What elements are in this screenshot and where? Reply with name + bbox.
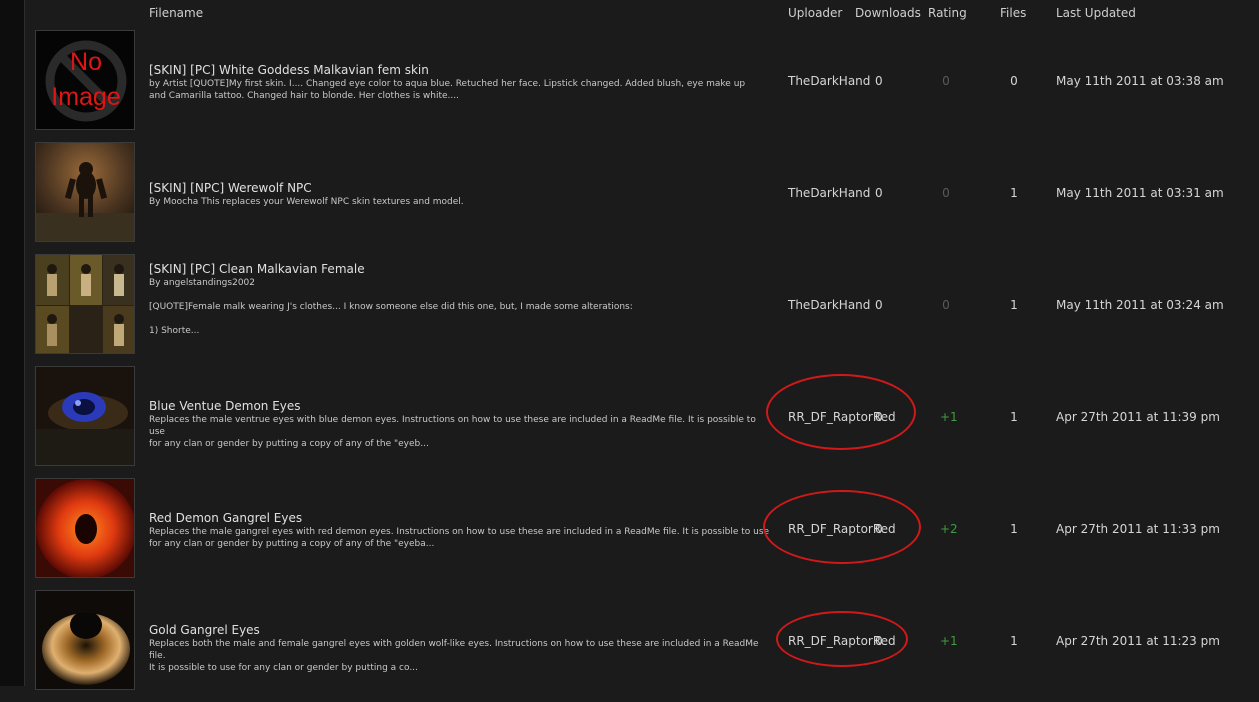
- files-count: 1: [1010, 410, 1018, 424]
- files-count: 1: [1010, 522, 1018, 536]
- downloads-count: 0: [875, 298, 883, 312]
- downloads-count: 0: [875, 410, 883, 424]
- no-image-thumbnail[interactable]: No Image: [35, 30, 135, 130]
- file-title[interactable]: Blue Ventue Demon Eyes: [149, 399, 301, 413]
- column-uploader[interactable]: Uploader: [788, 6, 842, 20]
- column-files[interactable]: Files: [1000, 6, 1026, 20]
- table-row: Gold Gangrel Eyes Replaces both the male…: [26, 590, 1259, 702]
- werewolf-image: [36, 143, 134, 241]
- column-downloads[interactable]: Downloads: [855, 6, 921, 20]
- last-updated: May 11th 2011 at 03:24 am: [1056, 298, 1224, 312]
- file-description: By Moocha This replaces your Werewolf NP…: [149, 197, 464, 207]
- last-updated: May 11th 2011 at 03:38 am: [1056, 74, 1224, 88]
- files-count: 1: [1010, 634, 1018, 648]
- downloads-count: 0: [875, 186, 883, 200]
- gold-eye-image: [36, 591, 134, 685]
- file-title[interactable]: [SKIN] [NPC] Werewolf NPC: [149, 181, 312, 195]
- file-title[interactable]: [SKIN] [PC] White Goddess Malkavian fem …: [149, 63, 429, 77]
- rating-value: +1: [940, 410, 958, 424]
- rating-value: +2: [940, 522, 958, 536]
- werewolf-thumbnail[interactable]: [35, 142, 135, 242]
- uploader-link[interactable]: TheDarkHand: [788, 298, 870, 312]
- file-title[interactable]: Gold Gangrel Eyes: [149, 623, 260, 637]
- uploader-link[interactable]: TheDarkHand: [788, 74, 870, 88]
- red-eye-thumbnail[interactable]: [35, 478, 135, 578]
- no-image-text-no: No: [70, 48, 102, 76]
- last-updated: Apr 27th 2011 at 11:33 pm: [1056, 522, 1220, 536]
- malkavian-thumbnail[interactable]: [35, 254, 135, 354]
- table-header: Filename Uploader Downloads Rating Files…: [26, 6, 1259, 24]
- downloads-count: 0: [875, 74, 883, 88]
- gold-eye-thumbnail[interactable]: [35, 590, 135, 690]
- file-list: Filename Uploader Downloads Rating Files…: [26, 0, 1259, 690]
- column-filename[interactable]: Filename: [149, 6, 203, 20]
- table-row: [SKIN] [NPC] Werewolf NPC By Moocha This…: [26, 142, 1259, 254]
- files-count: 1: [1010, 186, 1018, 200]
- downloads-count: 0: [875, 634, 883, 648]
- rating-value: +1: [940, 634, 958, 648]
- table-row: Blue Ventue Demon Eyes Replaces the male…: [26, 366, 1259, 478]
- rating-value: 0: [942, 74, 950, 88]
- file-description: Replaces the male ventrue eyes with blue…: [149, 415, 756, 449]
- file-title[interactable]: Red Demon Gangrel Eyes: [149, 511, 302, 525]
- last-updated: May 11th 2011 at 03:31 am: [1056, 186, 1224, 200]
- last-updated: Apr 27th 2011 at 11:39 pm: [1056, 410, 1220, 424]
- table-row: No Image [SKIN] [PC] White Goddess Malka…: [26, 30, 1259, 142]
- column-rating[interactable]: Rating: [928, 6, 967, 20]
- file-title[interactable]: [SKIN] [PC] Clean Malkavian Female: [149, 262, 365, 276]
- blue-eye-image: [36, 392, 134, 465]
- column-last-updated[interactable]: Last Updated: [1056, 6, 1136, 20]
- malkavian-collage-image: [36, 255, 134, 353]
- blue-eye-thumbnail[interactable]: [35, 366, 135, 466]
- downloads-count: 0: [875, 522, 883, 536]
- files-count: 1: [1010, 298, 1018, 312]
- table-row: [SKIN] [PC] Clean Malkavian Female By an…: [26, 254, 1259, 366]
- file-description: by Artist [QUOTE]My first skin. I.... Ch…: [149, 79, 746, 101]
- file-description: By angelstandings2002 [QUOTE]Female malk…: [149, 278, 633, 336]
- rating-value: 0: [942, 186, 950, 200]
- uploader-link[interactable]: TheDarkHand: [788, 186, 870, 200]
- last-updated: Apr 27th 2011 at 11:23 pm: [1056, 634, 1220, 648]
- files-count: 0: [1010, 74, 1018, 88]
- no-image-icon: No Image: [45, 40, 127, 122]
- table-row: Red Demon Gangrel Eyes Replaces the male…: [26, 478, 1259, 590]
- file-description: Replaces the male gangrel eyes with red …: [149, 527, 770, 549]
- rating-value: 0: [942, 298, 950, 312]
- file-description: Replaces both the male and female gangre…: [149, 639, 759, 673]
- no-image-text-image: Image: [51, 83, 120, 111]
- red-eye-image: [36, 479, 134, 577]
- left-rail: [0, 0, 25, 686]
